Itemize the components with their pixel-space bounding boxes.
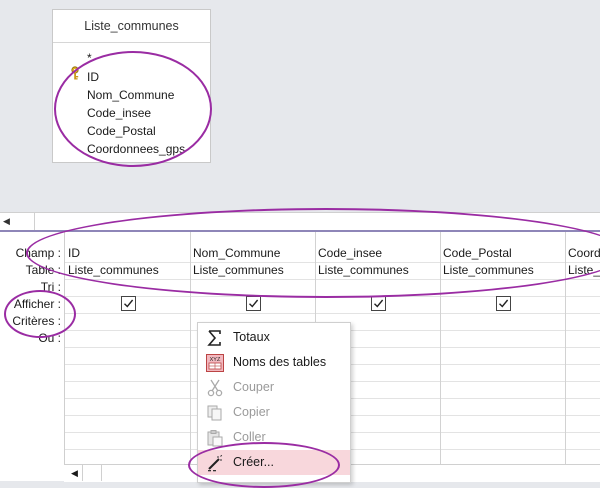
builder-wand-icon xyxy=(208,454,223,472)
grid-table-id[interactable]: Liste_communes xyxy=(68,263,188,277)
grid-table-nom-commune[interactable]: Liste_communes xyxy=(193,263,313,277)
check-icon xyxy=(124,299,134,308)
context-menu: Totaux XYZ Noms des tables Couper Copier xyxy=(197,322,351,483)
check-icon xyxy=(374,299,384,308)
menu-item-copier: Copier xyxy=(198,400,350,425)
grid-field-id[interactable]: ID xyxy=(68,246,188,260)
field-code-insee[interactable]: Code_insee xyxy=(87,106,151,120)
menu-item-label: Couper xyxy=(233,380,274,394)
check-icon xyxy=(499,299,509,308)
grid-table-code-insee[interactable]: Liste_communes xyxy=(318,263,438,277)
field-id[interactable]: ID xyxy=(87,70,99,84)
grid-field-code-postal[interactable]: Code_Postal xyxy=(443,246,563,260)
primary-key-icon xyxy=(71,66,79,80)
menu-item-creer[interactable]: Créer... xyxy=(198,450,350,475)
menu-item-label: Totaux xyxy=(233,330,270,344)
paste-icon xyxy=(207,430,223,447)
copy-icon xyxy=(207,405,222,421)
scroll-thumb[interactable] xyxy=(82,465,102,481)
grid-field-code-insee[interactable]: Code_insee xyxy=(318,246,438,260)
scroll-left-arrow-icon[interactable]: ◀ xyxy=(3,216,10,227)
scroll-thumb[interactable] xyxy=(16,213,35,230)
check-icon xyxy=(249,299,259,308)
show-checkbox-nom-commune[interactable] xyxy=(246,296,261,311)
table-box-liste-communes[interactable]: Liste_communes * ID Nom_Commune Code_ins… xyxy=(52,9,211,163)
field-code-postal[interactable]: Code_Postal xyxy=(87,124,156,138)
grid-field-nom-commune[interactable]: Nom_Commune xyxy=(193,246,313,260)
grid-table-code-postal[interactable]: Liste_communes xyxy=(443,263,563,277)
svg-text:XYZ: XYZ xyxy=(210,357,221,363)
scissors-icon xyxy=(207,379,223,397)
row-label-criteres: Critères : xyxy=(12,314,61,328)
field-coordonnees-gps[interactable]: Coordonnees_gps xyxy=(87,142,185,156)
menu-item-label: Copier xyxy=(233,405,270,419)
field-nom-commune[interactable]: Nom_Commune xyxy=(87,88,174,102)
scroll-left-arrow-icon[interactable]: ◀ xyxy=(71,468,78,479)
row-labels: Champ : Table : Tri : Afficher : Critère… xyxy=(0,232,64,481)
show-checkbox-id[interactable] xyxy=(121,296,136,311)
row-label-ou: Ou : xyxy=(38,331,61,345)
menu-item-coller: Coller xyxy=(198,425,350,450)
row-label-table: Table : xyxy=(25,263,61,277)
menu-item-noms-des-tables[interactable]: XYZ Noms des tables xyxy=(198,350,350,375)
upper-horizontal-scrollbar[interactable]: ◀ xyxy=(0,212,600,232)
grid-table-coordonnees[interactable]: Liste_c xyxy=(568,263,600,277)
menu-item-label: Noms des tables xyxy=(233,355,327,369)
menu-item-label: Créer... xyxy=(233,455,274,469)
field-all[interactable]: * xyxy=(87,51,92,65)
show-checkbox-code-insee[interactable] xyxy=(371,296,386,311)
row-label-tri: Tri : xyxy=(40,280,61,294)
show-checkbox-code-postal[interactable] xyxy=(496,296,511,311)
table-design-area: Liste_communes * ID Nom_Commune Code_ins… xyxy=(0,0,600,212)
grid-field-coordonnees[interactable]: Coordo xyxy=(568,246,600,260)
sigma-icon xyxy=(207,330,221,346)
row-label-afficher: Afficher : xyxy=(13,297,61,311)
menu-item-totaux[interactable]: Totaux xyxy=(198,325,350,350)
table-box-title[interactable]: Liste_communes xyxy=(53,10,210,43)
row-label-champ: Champ : xyxy=(15,246,61,260)
table-names-icon: XYZ xyxy=(206,354,224,372)
menu-item-couper: Couper xyxy=(198,375,350,400)
menu-item-label: Coller xyxy=(233,430,266,444)
